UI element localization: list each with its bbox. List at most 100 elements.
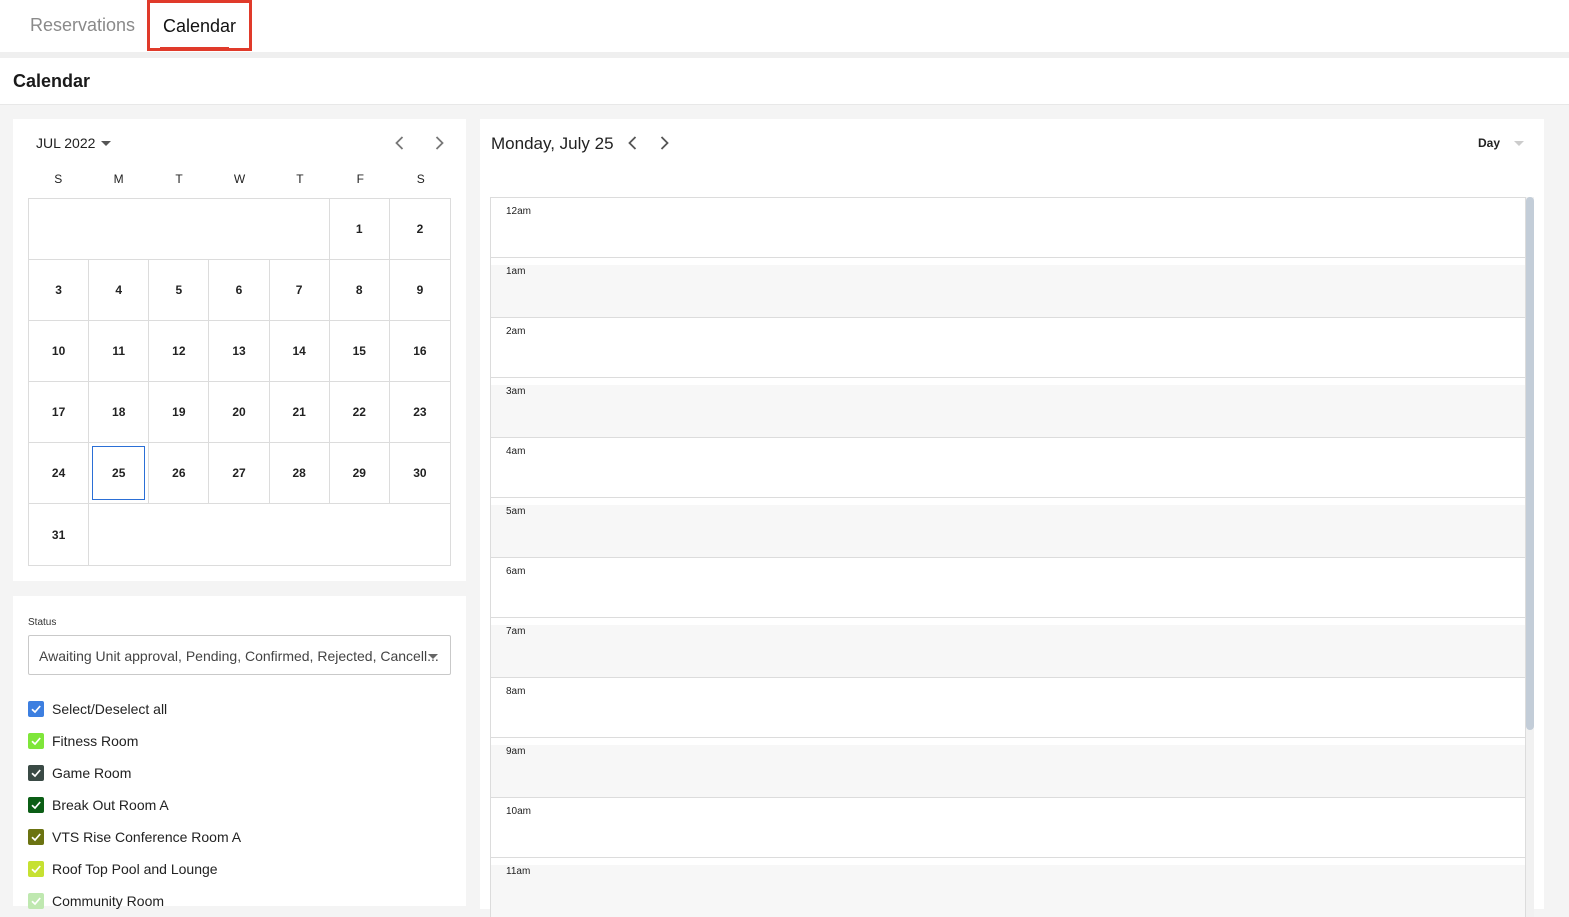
checkbox[interactable] xyxy=(28,797,44,813)
calendar-day-empty xyxy=(269,199,330,260)
calendar-day[interactable]: 4 xyxy=(89,260,150,321)
calendar-day[interactable]: 30 xyxy=(389,443,450,504)
scrollbar-thumb[interactable] xyxy=(1526,197,1534,730)
calendar-day[interactable]: 7 xyxy=(269,260,330,321)
hour-slot[interactable]: 11am xyxy=(491,858,1526,917)
page-title: Calendar xyxy=(13,71,91,91)
hour-slot[interactable]: 7am xyxy=(491,618,1526,678)
calendar-day[interactable]: 2 xyxy=(389,199,450,260)
chevron-left-icon xyxy=(395,136,404,150)
weekday-label: S xyxy=(416,172,425,186)
calendar-day[interactable]: 8 xyxy=(329,260,390,321)
calendar-day[interactable]: 13 xyxy=(209,321,270,382)
calendar-day[interactable]: 6 xyxy=(209,260,270,321)
calendar-day-selected[interactable]: 25 xyxy=(89,443,150,504)
caret-down-icon xyxy=(101,140,112,146)
hour-slot[interactable]: 4am xyxy=(491,438,1526,498)
hour-slot[interactable]: 1am xyxy=(491,258,1526,318)
section-header: Calendar xyxy=(0,58,1569,105)
month-label: JUL 2022 xyxy=(36,135,96,151)
weekday-label: T xyxy=(296,172,304,186)
calendar-day[interactable]: 31 xyxy=(29,504,90,565)
checkbox[interactable] xyxy=(28,765,44,781)
checkbox[interactable] xyxy=(28,733,44,749)
hour-slot[interactable]: 8am xyxy=(491,678,1526,738)
calendar-day[interactable]: 3 xyxy=(29,260,90,321)
calendar-day[interactable]: 17 xyxy=(29,382,90,443)
prev-day-button[interactable] xyxy=(623,133,643,153)
calendar-day[interactable]: 16 xyxy=(389,321,450,382)
calendar-day[interactable]: 18 xyxy=(89,382,150,443)
calendar-day[interactable]: 5 xyxy=(149,260,210,321)
calendar-day-empty xyxy=(390,504,450,565)
hour-label: 7am xyxy=(506,626,526,637)
calendar-day[interactable]: 22 xyxy=(329,382,390,443)
calendar-day[interactable]: 26 xyxy=(149,443,210,504)
hour-slot[interactable]: 9am xyxy=(491,738,1526,798)
calendar-day[interactable]: 29 xyxy=(329,443,390,504)
hour-label: 10am xyxy=(506,806,532,817)
calendar-day[interactable]: 19 xyxy=(149,382,210,443)
calendar-day[interactable]: 20 xyxy=(209,382,270,443)
hour-slot[interactable]: 2am xyxy=(491,318,1526,378)
hour-slot[interactable]: 12am xyxy=(491,198,1526,258)
prev-month-button[interactable] xyxy=(390,133,410,153)
calendar-day[interactable]: 11 xyxy=(89,321,150,382)
room-filter-item[interactable]: Game Room xyxy=(28,757,241,789)
calendar-day[interactable]: 10 xyxy=(29,321,90,382)
hour-slot[interactable]: 5am xyxy=(491,498,1526,558)
hour-label: 1am xyxy=(506,266,526,277)
calendar-day[interactable]: 28 xyxy=(269,443,330,504)
checkbox[interactable] xyxy=(28,701,44,717)
room-filter-item[interactable]: Community Room xyxy=(28,885,241,917)
check-icon xyxy=(31,769,41,778)
hour-label: 11am xyxy=(506,866,531,877)
calendar-day[interactable]: 9 xyxy=(389,260,450,321)
calendar-day[interactable]: 1 xyxy=(329,199,390,260)
check-icon xyxy=(31,737,41,746)
room-filter-label: Game Room xyxy=(52,765,132,781)
mini-calendar: JUL 2022 SMTWTFS 1 2 3 4 5 6 7 8 9 10 11 12 13 14 15 16… xyxy=(13,119,466,581)
hour-slot-fill xyxy=(491,745,1525,797)
chevron-right-icon xyxy=(435,136,444,150)
status-label: Status xyxy=(28,617,57,628)
month-picker[interactable]: JUL 2022 xyxy=(36,135,112,151)
calendar-day[interactable]: 27 xyxy=(209,443,270,504)
checkbox[interactable] xyxy=(28,861,44,877)
hour-slot-fill xyxy=(491,865,1525,917)
room-filter-item[interactable]: Select/Deselect all xyxy=(28,693,241,725)
check-icon xyxy=(31,833,41,842)
room-filter-label: Select/Deselect all xyxy=(52,701,168,717)
tab-calendar[interactable]: Calendar xyxy=(147,0,252,51)
next-month-button[interactable] xyxy=(429,133,449,153)
view-mode-select[interactable]: Day xyxy=(1478,136,1525,150)
status-select[interactable]: Awaiting Unit approval, Pending, Confirm… xyxy=(28,635,451,675)
hour-label: 9am xyxy=(506,746,526,757)
scrollbar[interactable] xyxy=(1526,197,1534,917)
room-filter-item[interactable]: Break Out Room A xyxy=(28,789,241,821)
calendar-day[interactable]: 12 xyxy=(149,321,210,382)
room-filter-label: Fitness Room xyxy=(52,733,139,749)
room-filter-item[interactable]: Roof Top Pool and Lounge xyxy=(28,853,241,885)
tab-reservations[interactable]: Reservations xyxy=(30,0,135,52)
day-view: Monday, July 25 Day 12am 1am 2am 3am 4am 5am 6… xyxy=(480,119,1544,917)
calendar-day[interactable]: 15 xyxy=(329,321,390,382)
next-day-button[interactable] xyxy=(654,133,674,153)
calendar-day[interactable]: 24 xyxy=(29,443,90,504)
hour-label: 5am xyxy=(506,506,526,517)
checkbox[interactable] xyxy=(28,829,44,845)
hour-slot[interactable]: 3am xyxy=(491,378,1526,438)
calendar-day[interactable]: 23 xyxy=(389,382,450,443)
weekday-label: M xyxy=(113,172,124,186)
calendar-day[interactable]: 14 xyxy=(269,321,330,382)
weekday-label: S xyxy=(54,172,63,186)
calendar-day-empty xyxy=(149,199,210,260)
hour-label: 4am xyxy=(506,446,526,457)
calendar-day[interactable]: 21 xyxy=(269,382,330,443)
room-filter-label: Roof Top Pool and Lounge xyxy=(52,861,218,877)
room-filter-item[interactable]: VTS Rise Conference Room A xyxy=(28,821,241,853)
hour-slot[interactable]: 10am xyxy=(491,798,1526,858)
room-filter-item[interactable]: Fitness Room xyxy=(28,725,241,757)
hour-slot[interactable]: 6am xyxy=(491,558,1526,618)
checkbox[interactable] xyxy=(28,893,44,909)
